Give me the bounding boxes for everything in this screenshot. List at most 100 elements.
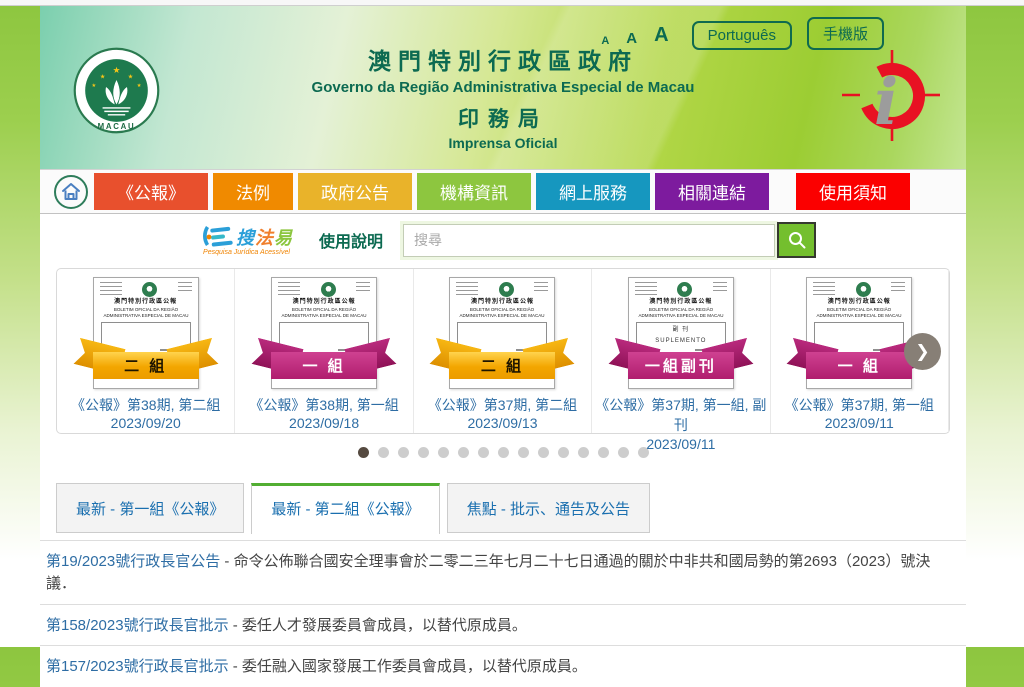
dept-title-pt: Imprensa Oficial: [40, 135, 966, 151]
carousel-dot[interactable]: [538, 447, 549, 458]
carousel-dot[interactable]: [358, 447, 369, 458]
font-size-large-button[interactable]: A: [654, 24, 668, 47]
gazette-cover[interactable]: 澳門特別行政區公報BOLETIM OFICIAL DA REGIÃOADMINI…: [628, 277, 734, 389]
gazette-date: 2023/09/11: [592, 436, 769, 452]
cover-title-cjk: 澳門特別行政區公報: [629, 299, 733, 307]
cover-title-cjk: 澳門特別行政區公報: [450, 299, 554, 307]
cover-title-pt: ADMINISTRATIVA ESPECIAL DE MACAU: [634, 313, 728, 319]
cover-meta-lines: [891, 282, 905, 294]
news-item-text: 委任人才發展委員會成員，以替代原成員。: [242, 617, 527, 634]
gazette-cover[interactable]: 澳門特別行政區公報BOLETIM OFICIAL DA REGIÃOADMINI…: [449, 277, 555, 389]
main-navbar: 《公報》 法例 政府公告 機構資訊 網上服務 相關連結 使用須知: [40, 169, 966, 214]
nav-item-laws[interactable]: 法例: [213, 173, 293, 210]
gazette-date: 2023/09/20: [57, 415, 234, 431]
cover-title-pt: BOLETIM OFICIAL DA REGIÃO: [99, 307, 193, 313]
cover-content-box: [279, 322, 369, 372]
gazette-link[interactable]: 《公報》第38期, 第一組: [235, 395, 412, 415]
news-separator: -: [220, 553, 233, 570]
svg-text:i: i: [874, 65, 898, 140]
cover-title-pt: ADMINISTRATIVA ESPECIAL DE MACAU: [456, 313, 550, 319]
search-button[interactable]: [777, 222, 816, 258]
cover-content-box: [457, 322, 547, 372]
search-input[interactable]: [403, 224, 775, 257]
carousel-dot[interactable]: [578, 447, 589, 458]
news-item-link[interactable]: 第157/2023號行政長官批示: [46, 658, 229, 675]
font-size-small-button[interactable]: A: [601, 35, 609, 47]
cover-title-pt: BOLETIM OFICIAL DA REGIÃO: [634, 307, 728, 313]
cover-title-pt: BOLETIM OFICIAL DA REGIÃO: [456, 307, 550, 313]
soufayi-logo-icon: [200, 224, 234, 250]
soufayi-logo-text: 搜法易: [236, 224, 293, 250]
gazette-cover[interactable]: 澳門特別行政區公報BOLETIM OFICIAL DA REGIÃOADMINI…: [806, 277, 912, 389]
search-row: 搜法易 Pesquisa Jurídica Acessível 使用說明: [40, 214, 966, 266]
home-icon: [53, 174, 89, 210]
cover-meta-lines: [178, 282, 192, 294]
banner-titles: 澳門特別行政區政府 Governo da Região Administrati…: [40, 42, 966, 151]
cover-meta-lines: [278, 282, 300, 296]
site-banner: ★ ★ ★ ★ ★ MACAU 澳門特別行政區政府 Governo da Reg…: [40, 6, 966, 169]
gazette-link[interactable]: 《公報》第37期, 第一組, 副刊: [592, 395, 769, 436]
mobile-version-button[interactable]: 手機版: [807, 17, 884, 50]
soufayi-logo[interactable]: 搜法易 Pesquisa Jurídica Acessível: [200, 224, 293, 256]
home-button[interactable]: [48, 174, 94, 210]
carousel-item: 澳門特別行政區公報BOLETIM OFICIAL DA REGIÃOADMINI…: [592, 269, 770, 433]
gazette-cover[interactable]: 澳門特別行政區公報BOLETIM OFICIAL DA REGIÃOADMINI…: [271, 277, 377, 389]
carousel-dot[interactable]: [458, 447, 469, 458]
news-separator: -: [229, 658, 242, 675]
gazette-link[interactable]: 《公報》第37期, 第二組: [414, 395, 591, 415]
carousel-item: 澳門特別行政區公報BOLETIM OFICIAL DA REGIÃOADMINI…: [235, 269, 413, 433]
carousel-dot[interactable]: [478, 447, 489, 458]
carousel-item: 澳門特別行政區公報BOLETIM OFICIAL DA REGIÃOADMINI…: [414, 269, 592, 433]
nav-item-related-links[interactable]: 相關連結: [655, 173, 769, 210]
magnifier-icon: [787, 230, 807, 250]
tab-latest-group2[interactable]: 最新 - 第二組《公報》: [251, 483, 439, 534]
gazette-link[interactable]: 《公報》第37期, 第一組: [771, 395, 948, 415]
carousel-dot[interactable]: [558, 447, 569, 458]
gazette-cover[interactable]: 澳門特別行政區公報BOLETIM OFICIAL DA REGIÃOADMINI…: [93, 277, 199, 389]
nav-item-usage-notes[interactable]: 使用須知: [796, 173, 910, 210]
gazette-link[interactable]: 《公報》第38期, 第二組: [57, 395, 234, 415]
cover-title-pt: ADMINISTRATIVA ESPECIAL DE MACAU: [812, 313, 906, 319]
gov-title-pt: Governo da Região Administrativa Especia…: [40, 79, 966, 96]
gazette-date: 2023/09/13: [414, 415, 591, 431]
carousel-dot[interactable]: [498, 447, 509, 458]
cover-emblem-icon: [677, 282, 692, 297]
cover-meta-lines: [813, 282, 835, 296]
cover-meta-lines: [100, 282, 122, 296]
news-item-link[interactable]: 第158/2023號行政長官批示: [46, 617, 229, 634]
carousel-dot[interactable]: [418, 447, 429, 458]
carousel-next-button[interactable]: ❯: [904, 333, 941, 370]
tab-latest-group1[interactable]: 最新 - 第一組《公報》: [56, 483, 244, 533]
cover-title-pt: ADMINISTRATIVA ESPECIAL DE MACAU: [277, 313, 371, 319]
page-container: ★ ★ ★ ★ ★ MACAU 澳門特別行政區政府 Governo da Reg…: [40, 6, 966, 687]
cover-title-pt: BOLETIM OFICIAL DA REGIÃO: [812, 307, 906, 313]
news-separator: -: [229, 617, 242, 634]
gazette-carousel: 澳門特別行政區公報BOLETIM OFICIAL DA REGIÃOADMINI…: [56, 268, 950, 434]
news-item-link[interactable]: 第19/2023號行政長官公告: [46, 553, 220, 570]
cover-meta-lines: [356, 282, 370, 294]
cover-title-cjk: 澳門特別行政區公報: [807, 299, 911, 307]
nav-item-org-info[interactable]: 機構資訊: [417, 173, 531, 210]
font-size-controls: A A A: [601, 24, 668, 47]
cover-title-cjk: 澳門特別行政區公報: [94, 299, 198, 307]
carousel-dots: [40, 434, 966, 458]
carousel-dot[interactable]: [518, 447, 529, 458]
carousel-dot[interactable]: [438, 447, 449, 458]
carousel-dot[interactable]: [378, 447, 389, 458]
carousel-dot[interactable]: [398, 447, 409, 458]
tab-focus-notices[interactable]: 焦點 - 批示、通告及公告: [447, 483, 650, 533]
font-size-medium-button[interactable]: A: [626, 30, 637, 47]
news-row: 第157/2023號行政長官批示 - 委任融入國家發展工作委員會成員，以替代原成…: [40, 645, 966, 687]
news-row: 第19/2023號行政長官公告 - 命令公佈聯合國安全理事會於二零二三年七月二十…: [40, 540, 966, 604]
gazette-date: 2023/09/11: [771, 415, 948, 431]
usage-instructions-link[interactable]: 使用說明: [319, 228, 383, 252]
soufayi-logo-subtitle: Pesquisa Jurídica Acessível: [203, 249, 290, 256]
cover-emblem-icon: [321, 282, 336, 297]
nav-item-gov-notices[interactable]: 政府公告: [298, 173, 412, 210]
carousel-item: 澳門特別行政區公報BOLETIM OFICIAL DA REGIÃOADMINI…: [57, 269, 235, 433]
news-list: 第19/2023號行政長官公告 - 命令公佈聯合國安全理事會於二零二三年七月二十…: [40, 540, 966, 687]
language-portugues-button[interactable]: Português: [692, 21, 792, 50]
news-item-text: 委任融入國家發展工作委員會成員，以替代原成員。: [242, 658, 587, 675]
nav-item-online-services[interactable]: 網上服務: [536, 173, 650, 210]
nav-item-gazette[interactable]: 《公報》: [94, 173, 208, 210]
